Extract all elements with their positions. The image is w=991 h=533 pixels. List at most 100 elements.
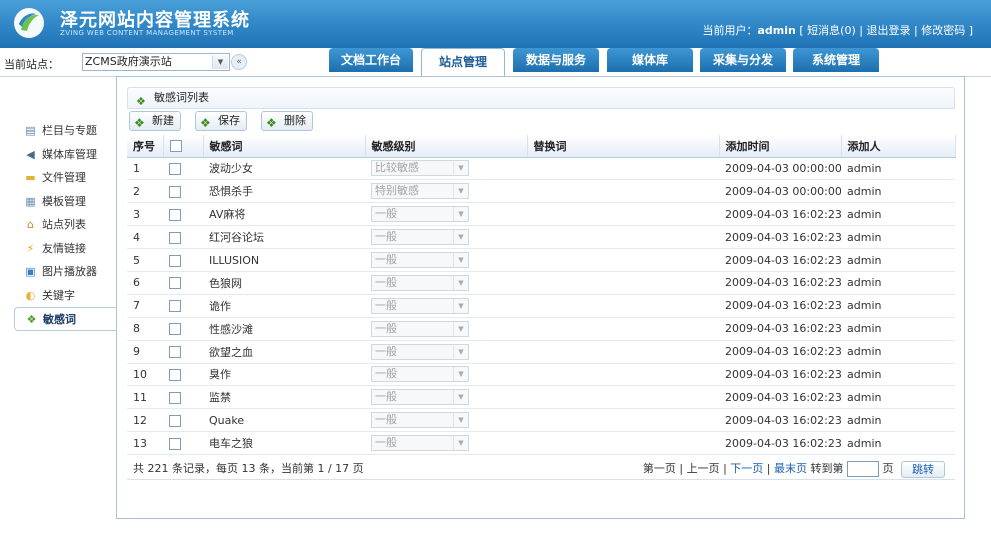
row-checkbox[interactable] (169, 437, 181, 450)
add-icon: ❖ (134, 116, 145, 130)
tab-data-services[interactable]: 数据与服务 (513, 48, 599, 72)
chevron-down-icon[interactable]: ▼ (212, 55, 228, 69)
added-time-cell: 2009-04-03 00:00:00 (719, 157, 841, 181)
tab-site-management[interactable]: 站点管理 (421, 48, 505, 76)
level-select[interactable]: 一般 ▼ (371, 412, 469, 429)
save-button[interactable]: ❖ 保存 (195, 111, 247, 131)
table-row[interactable]: 12 Quake 一般 ▼ 2009-04-03 16:02:23 admin (127, 408, 955, 433)
page-number-input[interactable] (847, 461, 879, 477)
sensitive-word-cell: 色狼网 (203, 271, 365, 295)
table-row[interactable]: 7 诡作 一般 ▼ 2009-04-03 16:02:23 admin (127, 294, 955, 318)
level-select[interactable]: 一般 ▼ (371, 252, 469, 268)
table-row[interactable]: 3 AV麻将 一般 ▼ 2009-04-03 16:02:23 admin (127, 202, 955, 227)
row-checkbox[interactable] (169, 277, 181, 290)
added-by-cell: admin (841, 431, 955, 456)
level-select[interactable]: 一般 ▼ (371, 343, 469, 360)
level-select[interactable]: 一般 ▼ (371, 389, 469, 406)
level-select[interactable]: 比较敏感 ▼ (371, 160, 469, 177)
level-cell: 一般 ▼ (365, 408, 527, 433)
keyword-icon: ◐ (25, 288, 36, 302)
row-checkbox[interactable] (169, 162, 181, 175)
sidebar-item-files[interactable]: ▬ 文件管理 (14, 166, 117, 190)
row-checkbox[interactable] (169, 254, 181, 267)
sensitive-word-cell: Quake (203, 408, 365, 433)
level-value: 一般 (375, 253, 397, 266)
tab-collect-distribute[interactable]: 采集与分发 (700, 48, 786, 72)
sidebar-item-image-player[interactable]: ▣ 图片播放器 (14, 260, 117, 284)
jump-button[interactable]: 跳转 (901, 460, 945, 478)
table-row[interactable]: 5 ILLUSION 一般 ▼ 2009-04-03 16:02:23 admin (127, 248, 955, 272)
table-row[interactable]: 9 欲望之血 一般 ▼ 2009-04-03 16:02:23 admin (127, 340, 955, 364)
level-value: 一般 (375, 275, 397, 289)
table-row[interactable]: 2 恐惧杀手 特别敏感 ▼ 2009-04-03 00:00:00 admin (127, 179, 955, 204)
table-row[interactable]: 8 性感沙滩 一般 ▼ 2009-04-03 16:02:23 admin (127, 317, 955, 341)
row-checkbox[interactable] (169, 231, 181, 244)
table-row[interactable]: 6 色狼网 一般 ▼ 2009-04-03 16:02:23 admin (127, 271, 955, 295)
site-label: 当前站点： (4, 58, 59, 71)
sidebar-item-sites[interactable]: ⌂ 站点列表 (14, 213, 117, 237)
level-cell: 一般 ▼ (365, 248, 527, 272)
table-row[interactable]: 10 臭作 一般 ▼ 2009-04-03 16:02:23 admin (127, 363, 955, 387)
sidebar-item-links[interactable]: ⚡ 友情链接 (14, 237, 117, 261)
chevron-down-icon: ▼ (453, 184, 468, 199)
replace-word-cell (527, 363, 719, 387)
logout-link[interactable]: 退出登录 (866, 24, 910, 37)
sidebar-item-columns[interactable]: ▤ 栏目与专题 (14, 119, 117, 143)
row-select-cell (163, 271, 203, 295)
prev-page-link[interactable]: 上一页 (687, 462, 720, 475)
sidebar-item-media[interactable]: ◀ 媒体库管理 (14, 143, 117, 167)
level-select[interactable]: 一般 ▼ (371, 274, 469, 291)
row-checkbox[interactable] (169, 391, 181, 404)
next-page-link[interactable]: 下一页 (730, 462, 763, 475)
collapse-sidebar-button[interactable]: « (231, 54, 247, 70)
sidebar-item-templates[interactable]: ▦ 模板管理 (14, 190, 117, 214)
table-row[interactable]: 11 监禁 一般 ▼ 2009-04-03 16:02:23 admin (127, 385, 955, 410)
row-checkbox[interactable] (169, 368, 181, 381)
level-select[interactable]: 一般 ▼ (371, 297, 469, 314)
row-select-cell (163, 363, 203, 387)
delete-button[interactable]: ❖ 删除 (261, 111, 313, 131)
row-checkbox[interactable] (169, 185, 181, 198)
app-subtitle: ZVING WEB CONTENT MANAGEMENT SYSTEM (60, 29, 234, 37)
level-select[interactable]: 一般 ▼ (371, 229, 469, 246)
level-select[interactable]: 一般 ▼ (371, 206, 469, 223)
row-select-cell (163, 202, 203, 227)
row-checkbox[interactable] (169, 208, 181, 221)
chevron-down-icon: ▼ (453, 253, 468, 267)
tab-document-workbench[interactable]: 文档工作台 (329, 48, 413, 72)
level-select[interactable]: 一般 ▼ (371, 366, 469, 383)
sensitive-word-cell: 诡作 (203, 294, 365, 318)
site-select[interactable]: ZCMS政府演示站 ▼ (82, 53, 230, 71)
row-checkbox[interactable] (169, 414, 181, 427)
row-select-cell (163, 294, 203, 318)
added-time-cell: 2009-04-03 16:02:23 (719, 248, 841, 272)
row-checkbox[interactable] (169, 323, 181, 336)
row-checkbox[interactable] (169, 346, 181, 359)
new-button[interactable]: ❖ 新建 (129, 111, 181, 131)
sidebar-item-label: 关键字 (42, 288, 75, 302)
first-page-link[interactable]: 第一页 (643, 462, 676, 475)
row-checkbox[interactable] (169, 300, 181, 313)
table-row[interactable]: 1 波动少女 比较敏感 ▼ 2009-04-03 00:00:00 admin (127, 157, 955, 181)
panel-title: 敏感词列表 (154, 91, 209, 104)
tab-media-library[interactable]: 媒体库 (607, 48, 693, 72)
sidebar-item-sensitive-words[interactable]: ❖ 敏感词 (14, 307, 118, 331)
last-page-link[interactable]: 最末页 (774, 462, 807, 475)
select-all-checkbox[interactable] (169, 140, 182, 153)
level-select[interactable]: 特别敏感 ▼ (371, 183, 469, 200)
added-by-cell: admin (841, 202, 955, 227)
table-row[interactable]: 4 红河谷论坛 一般 ▼ 2009-04-03 16:02:23 admin (127, 225, 955, 250)
row-select-cell (163, 385, 203, 410)
change-password-link[interactable]: 修改密码 (921, 24, 965, 37)
table-row[interactable]: 13 电车之狼 一般 ▼ 2009-04-03 16:02:23 admin (127, 431, 955, 456)
sidebar-item-keywords[interactable]: ◐ 关键字 (14, 284, 117, 308)
tab-system-management[interactable]: 系统管理 (793, 48, 879, 72)
bracket-open: [ (799, 24, 804, 37)
level-select[interactable]: 一般 ▼ (371, 320, 469, 337)
level-select[interactable]: 一般 ▼ (371, 435, 469, 452)
record-summary: 共 221 条记录，每页 13 条，当前第 1 / 17 页 (133, 462, 364, 475)
level-value: 一般 (375, 230, 397, 244)
separator: | (766, 462, 771, 475)
messages-link[interactable]: 短消息(0) (807, 24, 856, 37)
sensitive-word-cell: 波动少女 (203, 157, 365, 181)
